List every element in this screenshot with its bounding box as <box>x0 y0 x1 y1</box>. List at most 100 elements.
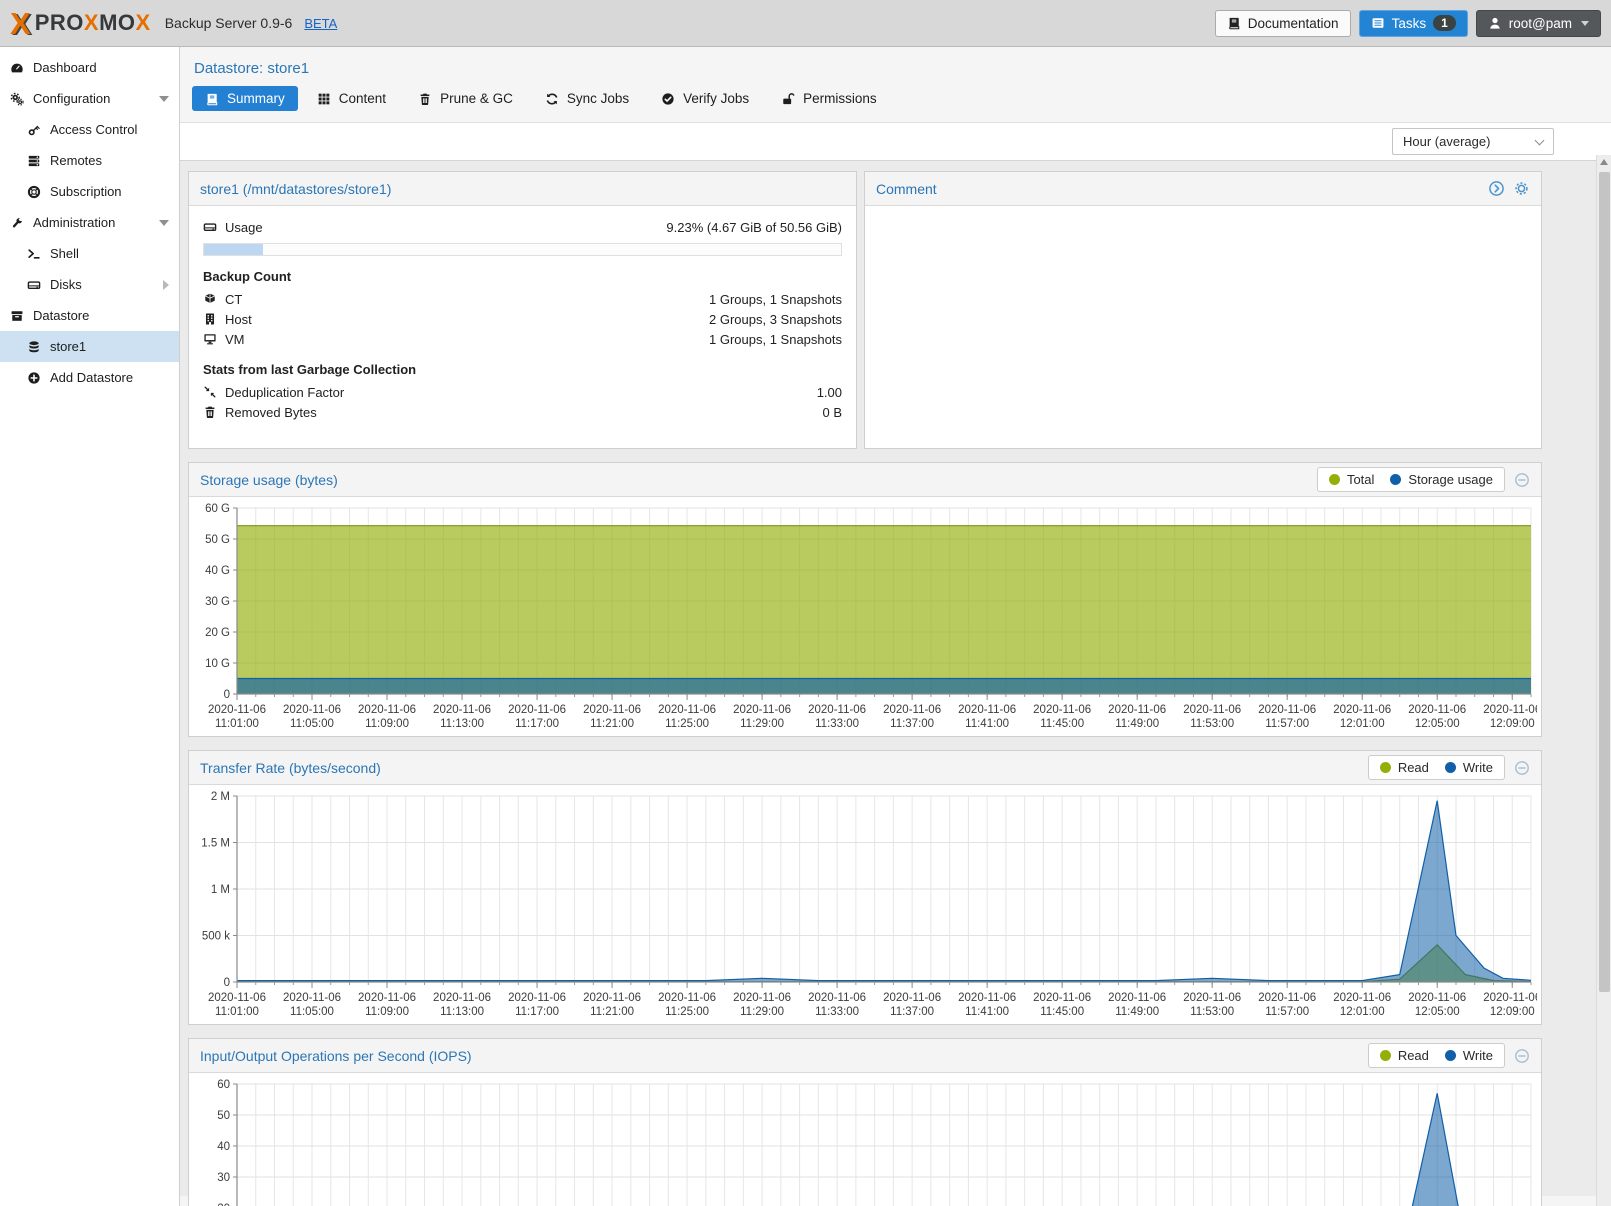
sidebar-item-dashboard[interactable]: Dashboard <box>0 52 179 83</box>
caret-down-icon[interactable] <box>159 220 169 226</box>
caret-right-icon[interactable] <box>163 280 169 290</box>
sidebar-item-label: Disks <box>50 277 82 292</box>
svg-text:2020-11-06: 2020-11-06 <box>358 704 416 716</box>
svg-text:11:49:00: 11:49:00 <box>1115 718 1159 730</box>
sidebar-item-subscription[interactable]: Subscription <box>0 176 179 207</box>
svg-text:1 M: 1 M <box>211 884 230 896</box>
svg-text:2020-11-06: 2020-11-06 <box>1333 704 1391 716</box>
legend-item-write[interactable]: Write <box>1445 1048 1493 1063</box>
user-menu-button[interactable]: root@pam <box>1476 10 1601 37</box>
legend-item-storage-usage[interactable]: Storage usage <box>1390 472 1493 487</box>
tasks-button[interactable]: Tasks 1 <box>1359 10 1468 37</box>
svg-text:11:01:00: 11:01:00 <box>215 718 259 730</box>
vertical-scrollbar[interactable] <box>1596 155 1611 1206</box>
lifering-icon <box>27 185 41 199</box>
svg-text:2020-11-06: 2020-11-06 <box>733 704 791 716</box>
svg-text:11:37:00: 11:37:00 <box>890 1006 934 1018</box>
book-icon <box>1227 16 1241 30</box>
timeframe-select[interactable]: Hour (average) <box>1392 128 1554 155</box>
stat-value: 2 Groups, 3 Snapshots <box>709 312 842 327</box>
documentation-label: Documentation <box>1248 16 1339 31</box>
svg-text:2020-11-06: 2020-11-06 <box>283 704 341 716</box>
gear-icon[interactable] <box>1513 180 1530 197</box>
datastore-stats: Usage9.23% (4.67 GiB of 50.56 GiB)Backup… <box>189 206 856 433</box>
svg-text:2020-11-06: 2020-11-06 <box>883 704 941 716</box>
tab-bar: Summary ContentPrune & GCSync JobsVerify … <box>180 86 1611 122</box>
svg-text:11:45:00: 11:45:00 <box>1040 718 1084 730</box>
svg-text:30: 30 <box>217 1172 230 1184</box>
scroll-up-arrow-icon[interactable] <box>1600 159 1608 165</box>
svg-text:12:09:00: 12:09:00 <box>1490 1006 1535 1018</box>
legend-item-read[interactable]: Read <box>1380 760 1429 775</box>
compress-icon <box>203 385 217 399</box>
key-icon <box>27 123 41 137</box>
tab-permissions[interactable]: Permissions <box>768 86 890 111</box>
tab-summary[interactable]: Summary <box>192 86 298 111</box>
panel-title: Comment <box>876 181 937 197</box>
sidebar-item-shell[interactable]: Shell <box>0 238 179 269</box>
collapse-panel-icon[interactable] <box>1514 760 1530 776</box>
edit-comment-icon[interactable] <box>1488 180 1505 197</box>
svg-text:2020-11-06: 2020-11-06 <box>433 992 491 1004</box>
sidebar-item-administration[interactable]: Administration <box>0 207 179 238</box>
sidebar-item-configuration[interactable]: Configuration <box>0 83 179 114</box>
svg-text:0: 0 <box>224 977 230 989</box>
archive-icon <box>10 309 24 323</box>
legend-item-total[interactable]: Total <box>1329 472 1374 487</box>
tab-label: Permissions <box>803 91 877 106</box>
svg-text:2020-11-06: 2020-11-06 <box>1108 704 1166 716</box>
svg-text:2020-11-06: 2020-11-06 <box>283 992 341 1004</box>
svg-text:11:21:00: 11:21:00 <box>590 1006 634 1018</box>
beta-link[interactable]: BETA <box>304 16 337 31</box>
svg-text:11:53:00: 11:53:00 <box>1190 1006 1234 1018</box>
sidebar-item-datastore[interactable]: Datastore <box>0 300 179 331</box>
sidebar-item-disks[interactable]: Disks <box>0 269 179 300</box>
transfer-rate-chart: 0500 k1 M1.5 M2 M2020-11-0611:01:002020-… <box>191 788 1537 1024</box>
wordmark-letter: PRO <box>35 10 84 35</box>
chevron-down-icon <box>1535 135 1545 145</box>
svg-text:11:13:00: 11:13:00 <box>440 1006 484 1018</box>
svg-text:11:45:00: 11:45:00 <box>1040 1006 1084 1018</box>
tab-content[interactable]: Content <box>304 86 399 111</box>
check-circle-icon <box>661 92 675 106</box>
sidebar-item-label: Remotes <box>50 153 102 168</box>
svg-text:500 k: 500 k <box>202 931 230 943</box>
legend-item-write[interactable]: Write <box>1445 760 1493 775</box>
svg-text:11:09:00: 11:09:00 <box>365 718 409 730</box>
scrollbar-thumb[interactable] <box>1599 172 1610 992</box>
collapse-panel-icon[interactable] <box>1514 472 1530 488</box>
panel-header: Input/Output Operations per Second (IOPS… <box>189 1039 1541 1073</box>
cube-icon <box>203 292 217 306</box>
svg-text:11:29:00: 11:29:00 <box>740 1006 784 1018</box>
section-heading: Backup Count <box>203 269 842 284</box>
tab-sync-jobs[interactable]: Sync Jobs <box>532 86 642 111</box>
wordmark-letter: MO <box>99 10 135 35</box>
tab-label: Summary <box>227 91 285 106</box>
caret-down-icon[interactable] <box>159 96 169 102</box>
wordmark-letter: X <box>136 10 151 35</box>
svg-text:11:57:00: 11:57:00 <box>1265 718 1309 730</box>
sidebar-item-remotes[interactable]: Remotes <box>0 145 179 176</box>
sync-icon <box>545 92 559 106</box>
sidebar-item-store1[interactable]: store1 <box>0 331 179 362</box>
legend-label: Storage usage <box>1408 472 1493 487</box>
comment-body[interactable] <box>865 206 1541 449</box>
svg-text:2020-11-06: 2020-11-06 <box>1033 704 1091 716</box>
svg-text:2 M: 2 M <box>211 791 230 803</box>
svg-text:2020-11-06: 2020-11-06 <box>808 992 866 1004</box>
svg-text:2020-11-06: 2020-11-06 <box>433 704 491 716</box>
tab-verify-jobs[interactable]: Verify Jobs <box>648 86 762 111</box>
legend-item-read[interactable]: Read <box>1380 1048 1429 1063</box>
datastore-summary-panel: store1 (/mnt/datastores/store1) Usage9.2… <box>188 171 857 449</box>
svg-text:2020-11-06: 2020-11-06 <box>1033 992 1091 1004</box>
sidebar-item-add-datastore[interactable]: Add Datastore <box>0 362 179 393</box>
sidebar-item-label: Administration <box>33 215 115 230</box>
sidebar-item-access-control[interactable]: Access Control <box>0 114 179 145</box>
panel-header: Transfer Rate (bytes/second) ReadWrite <box>189 751 1541 785</box>
timeframe-value: Hour (average) <box>1403 134 1490 149</box>
svg-text:11:13:00: 11:13:00 <box>440 718 484 730</box>
tab-prune-gc[interactable]: Prune & GC <box>405 86 526 111</box>
stat-label: Removed Bytes <box>225 405 317 420</box>
documentation-button[interactable]: Documentation <box>1215 10 1351 37</box>
collapse-panel-icon[interactable] <box>1514 1048 1530 1064</box>
